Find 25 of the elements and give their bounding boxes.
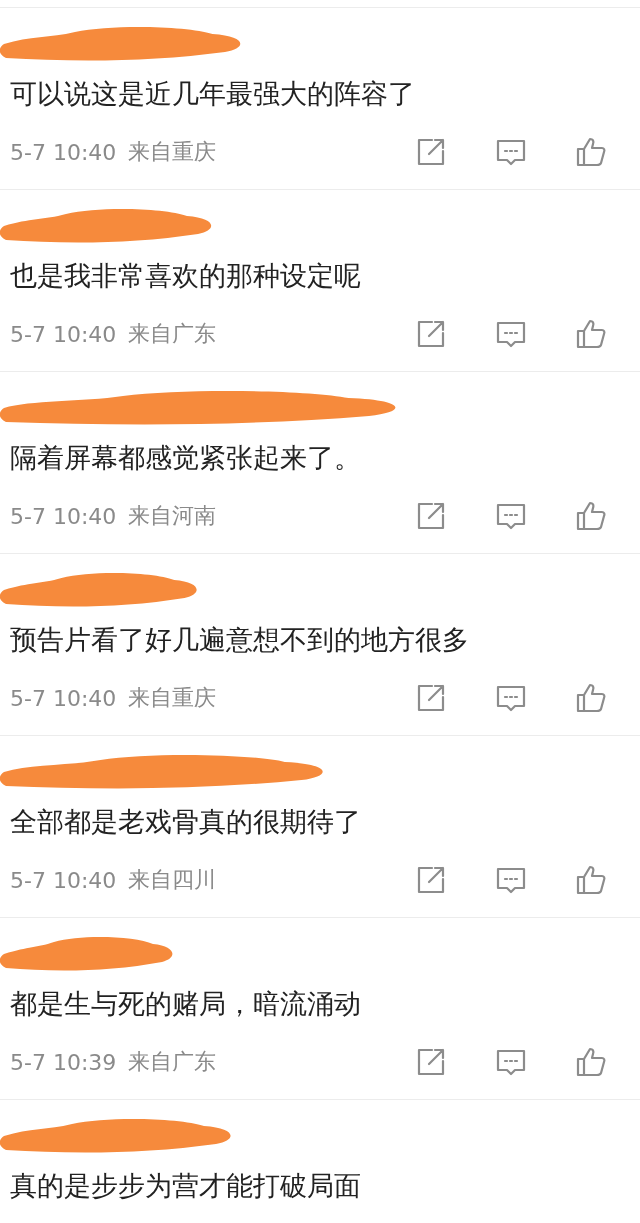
comment-text: 预告片看了好几遍意想不到的地方很多	[10, 623, 470, 657]
comment-time: 5-7 10:40	[10, 867, 117, 893]
comment-time: 5-7 10:40	[10, 685, 117, 711]
comment-text: 真的是步步为营才能打破局面	[10, 1169, 362, 1203]
comment-location: 来自河南	[128, 502, 217, 530]
comment-time: 5-7 10:39	[10, 1049, 117, 1075]
comment-time: 5-7 10:40	[10, 503, 117, 529]
comment-text: 都是生与死的赌局，暗流涌动	[10, 987, 362, 1021]
comment-time: 5-7 10:40	[10, 139, 117, 165]
thumbs-up-icon[interactable]	[574, 863, 608, 897]
thumbs-up-icon[interactable]	[574, 135, 608, 169]
thumbs-up-icon[interactable]	[574, 317, 608, 351]
comment-location: 来自广东	[128, 1048, 217, 1076]
thumbs-up-icon[interactable]	[574, 681, 608, 715]
comment-location: 来自广东	[128, 320, 217, 348]
comment-text: 隔着屏幕都感觉紧张起来了。	[10, 441, 362, 475]
thumbs-up-icon[interactable]	[574, 499, 608, 533]
comment-text: 可以说这是近几年最强大的阵容了	[10, 77, 416, 111]
comment-time: 5-7 10:40	[10, 321, 117, 347]
comment-text: 全部都是老戏骨真的很期待了	[10, 805, 362, 839]
comment-location: 来自重庆	[128, 684, 217, 712]
comment-location: 来自四川	[128, 866, 217, 894]
comment-location: 来自重庆	[128, 138, 217, 166]
comment-text: 也是我非常喜欢的那种设定呢	[10, 259, 362, 293]
thumbs-up-icon[interactable]	[574, 1045, 608, 1079]
